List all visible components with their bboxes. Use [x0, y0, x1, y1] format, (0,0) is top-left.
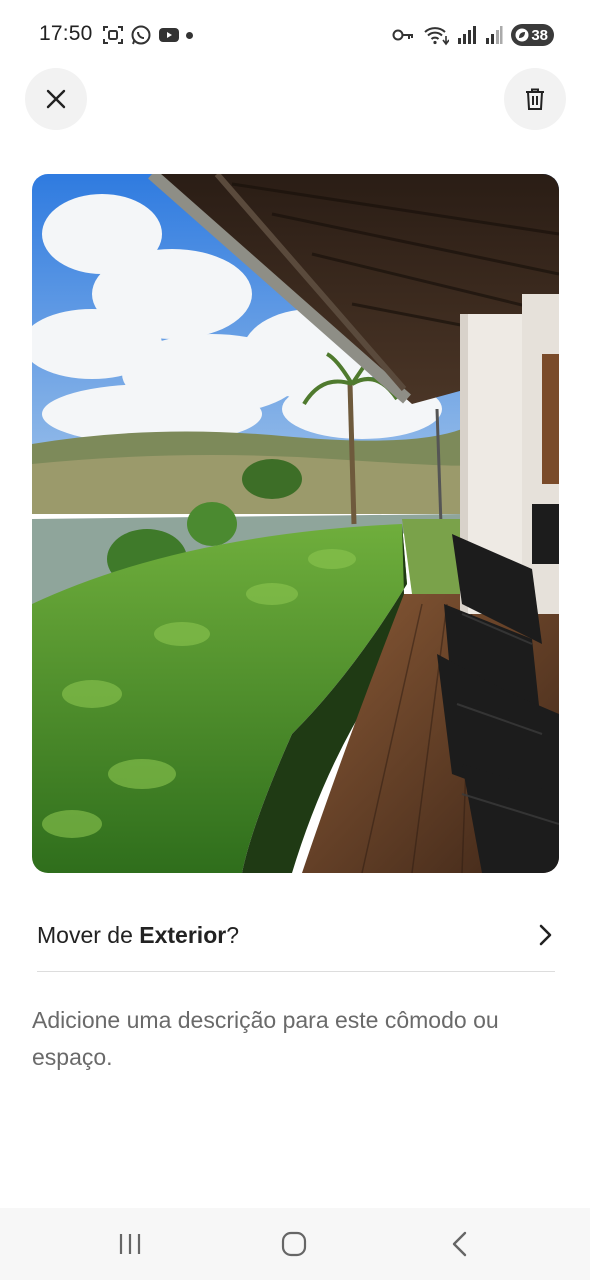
move-room-label: Mover de Exterior? [37, 922, 239, 949]
signal-weak-icon [486, 26, 503, 44]
recents-icon [119, 1234, 141, 1254]
move-room-row[interactable]: Mover de Exterior? [37, 905, 555, 965]
divider [37, 971, 555, 972]
youtube-icon [159, 28, 179, 42]
room-photo[interactable] [32, 174, 559, 873]
recents-button[interactable] [110, 1226, 150, 1262]
chevron-right-icon [539, 924, 552, 946]
back-button[interactable] [440, 1226, 480, 1262]
move-room-name: Exterior [139, 921, 227, 948]
signal-icon [458, 26, 477, 44]
home-icon [281, 1231, 307, 1257]
move-room-prefix: Mover de [37, 921, 140, 948]
status-system-icons: 38 [391, 24, 554, 46]
power-saving-icon [515, 28, 529, 42]
trash-icon [526, 88, 544, 110]
notification-dot-icon [186, 32, 193, 39]
screenshot-icon [103, 26, 123, 44]
close-icon [46, 89, 66, 109]
description-placeholder: Adicione uma descrição para este cômodo … [32, 1007, 499, 1070]
outdoor-veranda-photo [32, 174, 559, 873]
status-notification-icons [102, 24, 180, 46]
home-button[interactable] [274, 1226, 314, 1262]
back-icon [452, 1231, 467, 1257]
delete-photo-button[interactable] [504, 68, 566, 130]
battery-indicator: 38 [511, 24, 554, 46]
vpn-key-icon [392, 29, 414, 41]
system-nav-bar [0, 1208, 590, 1280]
close-button[interactable] [25, 68, 87, 130]
description-field[interactable]: Adicione uma descrição para este cômodo … [32, 1002, 562, 1076]
status-time: 17:50 [39, 22, 93, 45]
whatsapp-icon [131, 25, 151, 45]
move-room-suffix: ? [226, 921, 239, 948]
battery-level: 38 [531, 26, 548, 44]
wifi-icon [424, 27, 450, 46]
status-bar: 17:50 38 [0, 0, 590, 70]
